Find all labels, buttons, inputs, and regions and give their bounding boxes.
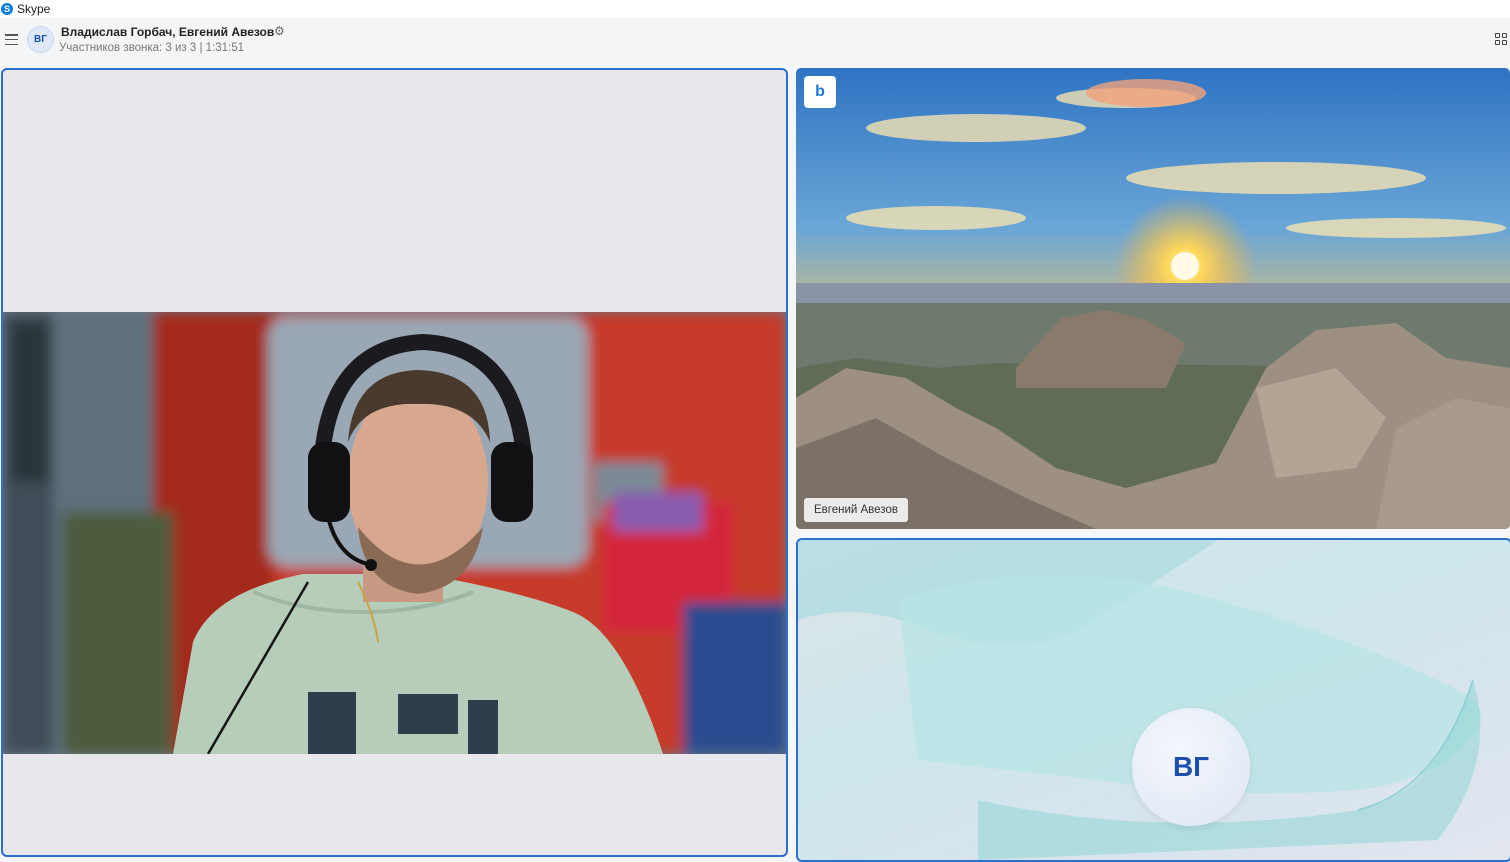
participant-avatar: ВГ [1132,708,1250,826]
gear-icon[interactable]: ⚙ [274,24,285,38]
participant-video-tile-main[interactable] [1,68,788,857]
bing-icon[interactable]: b [804,76,836,108]
skype-logo-icon: S [1,3,13,15]
group-avatar[interactable]: ВГ [27,26,54,53]
hamburger-menu-icon[interactable] [5,34,18,45]
participant-name-label: Евгений Авезов [804,498,908,522]
camera-video-feed [3,312,786,754]
call-header: ВГ Владислав Горбач, Евгений Авезов ⚙ Уч… [0,18,1510,62]
window-titlebar: S Skype [0,0,1510,18]
grid-view-icon[interactable] [1495,33,1507,45]
participant-video-tile[interactable]: b Евгений Авезов [796,68,1510,529]
participant-avatar-tile[interactable]: ВГ [796,538,1510,862]
participant-video-background [796,68,1510,529]
call-status-text: Участников звонка: 3 из 3 | 1:31:51 [59,42,245,54]
window-title: Skype [17,2,51,16]
conversation-title[interactable]: Владислав Горбач, Евгений Авезов [61,25,274,39]
